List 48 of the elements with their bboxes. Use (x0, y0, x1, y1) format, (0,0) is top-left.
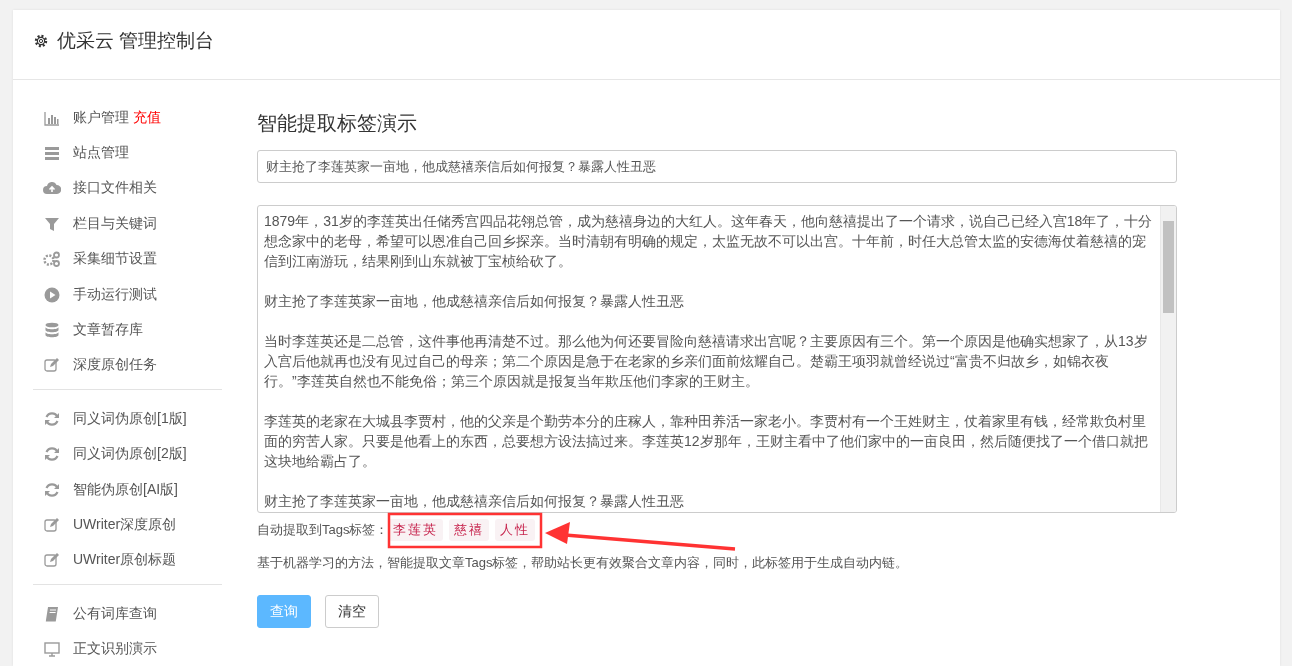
tag: 慈禧 (449, 519, 490, 541)
sidebar-label: UWriter原创标题 (73, 551, 177, 570)
sidebar-label: 同义词伪原创[1版] (73, 409, 187, 428)
tag: 李莲英 (388, 519, 444, 541)
console-title: 优采云 管理控制台 (57, 28, 215, 53)
edit-icon (44, 517, 60, 533)
book-icon (44, 605, 60, 622)
sidebar-label: 同义词伪原创[2版] (73, 445, 187, 464)
sidebar-label: 手动运行测试 (73, 285, 157, 304)
sidebar-label: 公有词库查询 (73, 604, 157, 623)
sidebar-label: 账户管理 (73, 108, 129, 127)
edit-icon (44, 552, 60, 569)
cloud-upload-icon (43, 180, 61, 197)
filter-icon (44, 215, 60, 232)
title-field[interactable]: 财主抢了李莲英家一亩地，他成慈禧亲信后如何报复？暴露人性丑恶 (257, 150, 1177, 183)
article-paragraph: 1879年，31岁的李莲英出任储秀宫四品花翎总管，成为慈禧身边的大红人。这年春天，他向慈禧提出了一个请求，说自己已经入宫18年了，十分想念家中的老母，希望可以恩准自己回乡探亲。当时清朝有明确的规定，太监无故不可以出宫。十年前，时任大总管太监的安德海仗着慈禧的宠信到江南游玩，结果刚到山东就被丁宝桢给砍了。 (264, 212, 1154, 271)
recharge-link[interactable]: 充值 (133, 108, 161, 127)
article-paragraph: 财主抢了李莲英家一亩地，他成慈禧亲信后如何报复？暴露人性丑恶 (264, 492, 685, 511)
gears-icon (43, 251, 61, 268)
article-paragraph: 李莲英的老家在大城县李贾村，他的父亲是个勤劳本分的庄稼人，靠种田养活一家老小。李贾村有一个王姓财主，仗着家里有钱，经常欺负村里面的穷苦人家。只要是他看上的东西，总要想方设法搞过来。李莲英12岁那年，王财主看中了他们家中的一亩良田，然后随便找了一个借口就把这块地给霸占了。 (264, 412, 1149, 471)
tags-label: 自动提取到Tags标签： (257, 521, 389, 539)
sidebar-label: 文章暂存库 (73, 321, 143, 340)
article-paragraph: 财主抢了李莲英家一亩地，他成慈禧亲信后如何报复？暴露人性丑恶 (264, 292, 685, 311)
article-paragraph: 当时李莲英还是二总管，这件事他再清楚不过。那么他为何还要冒险向慈禧请求出宫呢？主要原因有三个。第一个原因是他确实想家了，从13岁入宫后他就再也没有见过自己的母亲；第二个原因是急于在老家的乡亲们面前炫耀自己。楚霸王项羽就曾经说过“富贵不归故乡，如锦衣夜行。”李莲英自然也不能免俗；第三个原因就是报复当年欺压他们李家的王财主。 (264, 332, 1149, 391)
refresh-icon (44, 481, 60, 498)
bar-chart-icon (44, 109, 60, 126)
edit-icon (44, 357, 60, 374)
sidebar-label: 智能伪原创[AI版] (73, 480, 178, 499)
settings-icon (33, 32, 49, 49)
tag: 人性 (495, 519, 536, 541)
scrollbar[interactable] (1160, 206, 1176, 512)
article-field[interactable] (257, 205, 1177, 513)
refresh-icon (44, 410, 60, 427)
section-title: 智能提取标签演示 (257, 111, 418, 136)
refresh-icon (44, 446, 60, 463)
sidebar-label: UWriter深度原创 (73, 516, 177, 534)
play-icon (44, 286, 60, 303)
description-text: 基于机器学习的方法，智能提取文章Tags标签，帮助站长更有效聚合文章内容，同时，此标签用于生成自动内链。 (257, 554, 910, 572)
server-icon (44, 145, 60, 162)
database-icon (44, 322, 60, 339)
sidebar-label: 接口文件相关 (73, 179, 157, 198)
sidebar-label: 采集细节设置 (73, 250, 157, 269)
sidebar-label: 正文识别演示 (73, 640, 157, 659)
sidebar-label: 深度原创任务 (73, 356, 157, 375)
clear-button[interactable]: 清空 (325, 595, 379, 628)
monitor-icon (44, 641, 60, 658)
sidebar-label: 站点管理 (73, 144, 129, 163)
sidebar-label: 栏目与关键词 (73, 214, 157, 233)
